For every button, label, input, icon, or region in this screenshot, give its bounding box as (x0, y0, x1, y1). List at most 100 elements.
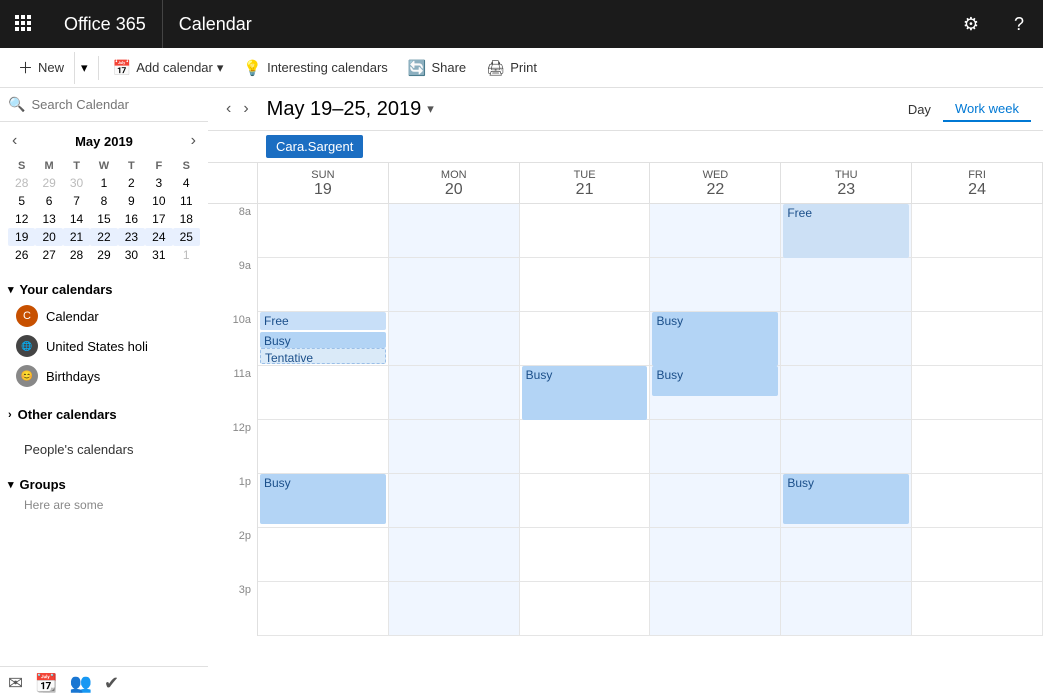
calendar-item-us-holidays[interactable]: 🌐 United States holi (8, 331, 200, 361)
calendar-cell[interactable] (650, 582, 781, 636)
mini-cal-day[interactable]: 1 (90, 174, 117, 192)
calendar-cell[interactable] (781, 582, 912, 636)
calendar-cell[interactable] (258, 582, 389, 636)
mini-cal-day[interactable]: 28 (8, 174, 35, 192)
cal-prev-arrow[interactable]: ‹ (220, 96, 237, 122)
calendar-event[interactable]: Free (260, 312, 386, 330)
cal-date-dropdown-icon[interactable]: ▾ (427, 101, 434, 117)
mini-cal-next[interactable]: › (187, 130, 200, 152)
calendar-cell[interactable] (520, 528, 651, 582)
calendar-cell[interactable] (650, 420, 781, 474)
calendar-cell[interactable] (389, 312, 520, 366)
mini-cal-day[interactable]: 4 (173, 174, 200, 192)
mini-cal-day[interactable]: 20 (35, 228, 62, 246)
calendar-cell[interactable] (912, 474, 1043, 528)
mini-cal-day[interactable]: 1 (173, 246, 200, 264)
mini-cal-day[interactable]: 15 (90, 210, 117, 228)
mini-cal-day[interactable]: 29 (90, 246, 117, 264)
mini-cal-day[interactable]: 11 (173, 192, 200, 210)
mini-cal-day[interactable]: 13 (35, 210, 62, 228)
mini-cal-day[interactable]: 3 (145, 174, 172, 192)
groups-header[interactable]: ▾ Groups (8, 473, 200, 496)
calendar-cell[interactable] (258, 366, 389, 420)
calendar-cell[interactable]: Busy (650, 366, 781, 420)
mini-cal-day[interactable]: 16 (118, 210, 145, 228)
add-calendar-button[interactable]: 📅 Add calendar ▾ (103, 52, 234, 84)
calendar-cell[interactable] (258, 420, 389, 474)
mini-cal-day[interactable]: 27 (35, 246, 62, 264)
mini-cal-day[interactable]: 9 (118, 192, 145, 210)
calendar-event[interactable]: Busy (522, 366, 648, 420)
calendar-cell[interactable]: Free BusyTentative (258, 312, 389, 366)
calendar-event[interactable]: Tentative (260, 348, 386, 364)
calendar-cell[interactable] (258, 204, 389, 258)
calendar-cell[interactable] (650, 528, 781, 582)
mini-cal-day[interactable]: 25 (173, 228, 200, 246)
mini-cal-day[interactable]: 6 (35, 192, 62, 210)
calendar-cell[interactable] (650, 258, 781, 312)
mini-cal-day[interactable]: 7 (63, 192, 90, 210)
calendar-cell[interactable] (912, 258, 1043, 312)
calendar-cell[interactable] (258, 528, 389, 582)
calendar-cell[interactable] (389, 474, 520, 528)
search-input[interactable] (31, 97, 200, 112)
calendar-cell[interactable] (912, 528, 1043, 582)
mini-cal-day[interactable]: 8 (90, 192, 117, 210)
mini-cal-day[interactable]: 31 (145, 246, 172, 264)
calendar-cell[interactable] (650, 204, 781, 258)
mini-cal-day[interactable]: 23 (118, 228, 145, 246)
calendar-cell[interactable] (520, 582, 651, 636)
peoples-calendars-item[interactable]: People's calendars (8, 438, 200, 461)
mini-cal-day[interactable]: 5 (8, 192, 35, 210)
calendar-cell[interactable] (389, 582, 520, 636)
mini-cal-day[interactable]: 2 (118, 174, 145, 192)
help-button[interactable]: ? (995, 0, 1043, 48)
new-button[interactable]: ＋ New (8, 52, 74, 84)
calendar-event[interactable]: Busy (652, 312, 778, 366)
mini-cal-day[interactable]: 21 (63, 228, 90, 246)
mini-cal-day[interactable]: 29 (35, 174, 62, 192)
your-calendars-header[interactable]: ▾ Your calendars (8, 278, 200, 301)
calendar-icon-btn[interactable]: 📆 (35, 673, 57, 694)
calendar-cell[interactable] (912, 582, 1043, 636)
mail-icon-btn[interactable]: ✉ (8, 673, 23, 694)
calendar-cell[interactable] (781, 312, 912, 366)
interesting-calendars-button[interactable]: 💡 Interesting calendars (233, 52, 397, 84)
calendar-cell[interactable] (520, 258, 651, 312)
calendar-cell[interactable] (520, 420, 651, 474)
mini-cal-day[interactable]: 17 (145, 210, 172, 228)
mini-cal-day[interactable]: 22 (90, 228, 117, 246)
calendar-cell[interactable] (912, 312, 1043, 366)
mini-cal-day[interactable]: 24 (145, 228, 172, 246)
cal-next-arrow[interactable]: › (237, 96, 254, 122)
other-calendars-header[interactable]: › Other calendars (8, 403, 200, 426)
calendar-cell[interactable] (389, 204, 520, 258)
calendar-event[interactable]: Busy (260, 474, 386, 524)
calendar-cell[interactable] (258, 258, 389, 312)
calendar-cell[interactable]: Busy (650, 312, 781, 366)
share-button[interactable]: 🔄 Share (398, 52, 476, 84)
calendar-cell[interactable] (520, 474, 651, 528)
calendar-event[interactable]: Busy (783, 474, 909, 524)
mini-cal-day[interactable]: 28 (63, 246, 90, 264)
calendar-cell[interactable] (389, 420, 520, 474)
calendar-event[interactable]: Busy (260, 332, 386, 348)
calendar-cell[interactable] (520, 312, 651, 366)
mini-cal-day[interactable]: 30 (63, 174, 90, 192)
calendar-cell[interactable]: Busy (520, 366, 651, 420)
mini-cal-day[interactable]: 12 (8, 210, 35, 228)
new-dropdown-arrow[interactable]: ▾ (74, 52, 94, 84)
mini-cal-day[interactable]: 19 (8, 228, 35, 246)
calendar-item-calendar[interactable]: C Calendar (8, 301, 200, 331)
calendar-cell[interactable]: Busy (258, 474, 389, 528)
calendar-cell[interactable] (781, 528, 912, 582)
mini-cal-day[interactable]: 30 (118, 246, 145, 264)
calendar-cell[interactable] (781, 420, 912, 474)
calendar-item-birthdays[interactable]: 😊 Birthdays (8, 361, 200, 391)
calendar-cell[interactable] (389, 366, 520, 420)
calendar-cell[interactable] (781, 258, 912, 312)
print-button[interactable]: 🖨 Print (476, 52, 547, 84)
calendar-cell[interactable] (389, 258, 520, 312)
app-grid-button[interactable] (0, 0, 48, 48)
calendar-cell[interactable] (912, 420, 1043, 474)
